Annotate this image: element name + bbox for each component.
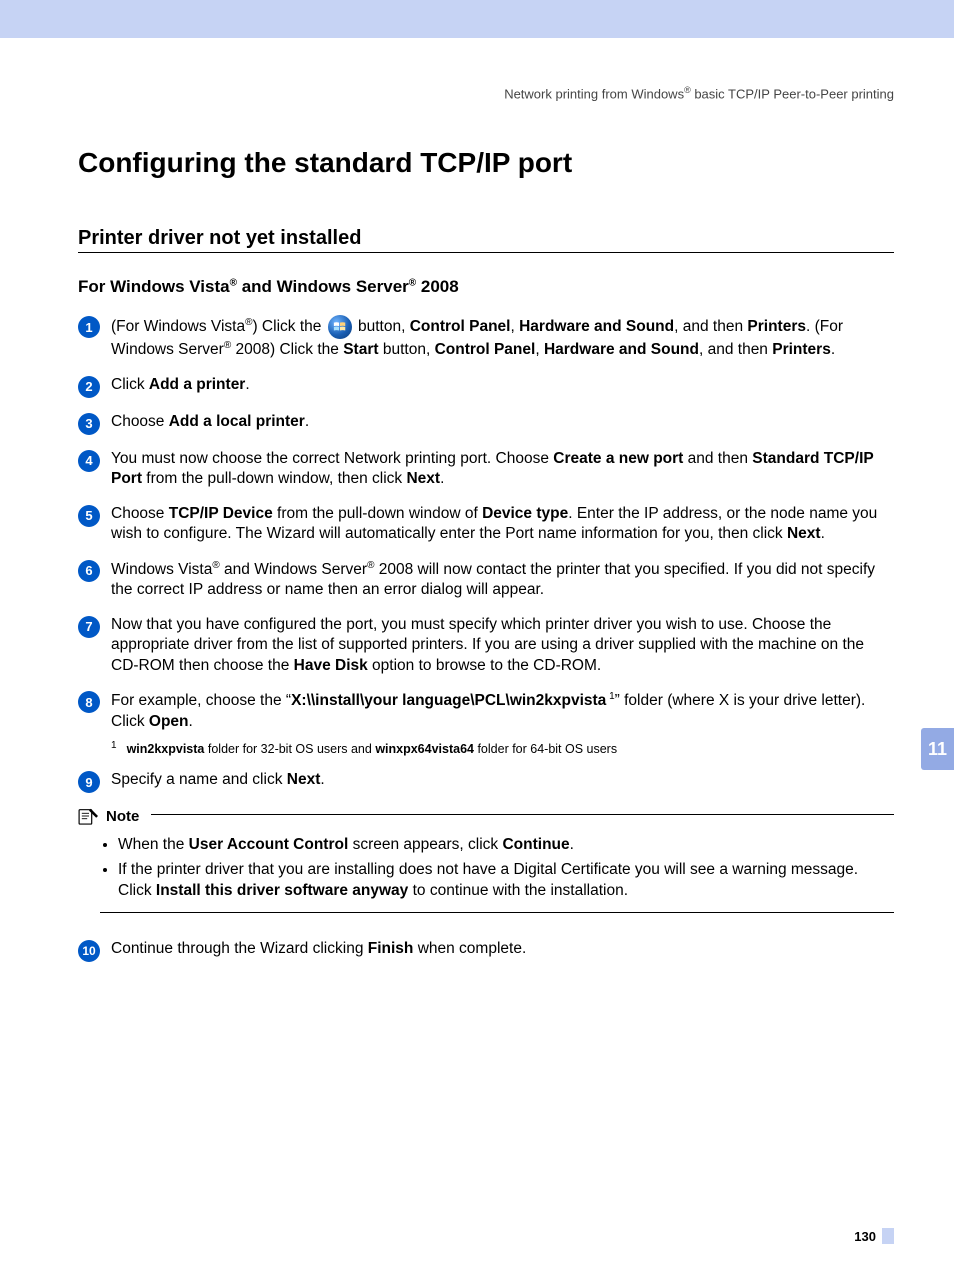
step-10: 10 Continue through the Wizard clicking …: [78, 939, 894, 962]
step-5: 5 Choose TCP/IP Device from the pull-dow…: [78, 504, 894, 545]
step-body: Choose TCP/IP Device from the pull-down …: [111, 504, 894, 545]
step-body: Now that you have configured the port, y…: [111, 615, 894, 676]
step-number: 10: [78, 940, 100, 962]
step-body: Choose Add a local printer.: [111, 412, 894, 432]
page-number-bar: [882, 1228, 894, 1244]
step-1: 1 (For Windows Vista®) Click the button,…: [78, 315, 894, 361]
step-number: 7: [78, 616, 100, 638]
note-icon: [78, 807, 100, 825]
step-body: For example, choose the “X:\\install\you…: [111, 690, 894, 732]
step-body: (For Windows Vista®) Click the button, C…: [111, 315, 894, 361]
step-2: 2 Click Add a printer.: [78, 375, 894, 398]
step-number: 3: [78, 413, 100, 435]
note-header: Note: [78, 807, 894, 825]
note-label: Note: [106, 808, 139, 825]
header-post: basic TCP/IP Peer-to-Peer printing: [691, 86, 894, 101]
step-3: 3 Choose Add a local printer.: [78, 412, 894, 435]
sub-mid: and Windows Server: [237, 277, 409, 296]
step-body: Continue through the Wizard clicking Fin…: [111, 939, 894, 959]
step-number: 1: [78, 316, 100, 338]
step-number: 2: [78, 376, 100, 398]
step-number: 9: [78, 771, 100, 793]
step-body: You must now choose the correct Network …: [111, 449, 894, 490]
sub-pre: For Windows Vista: [78, 277, 230, 296]
sub-post: 2008: [416, 277, 459, 296]
header-pre: Network printing from Windows: [504, 86, 684, 101]
note-item: When the User Account Control screen app…: [118, 835, 894, 856]
step-number: 4: [78, 450, 100, 472]
reg-mark: ®: [684, 85, 691, 95]
page-content: Network printing from Windows® basic TCP…: [0, 38, 954, 1262]
step-8: 8 For example, choose the “X:\\install\y…: [78, 690, 894, 732]
step-body: Specify a name and click Next.: [111, 770, 894, 790]
chapter-tab: 11: [921, 728, 954, 770]
top-bar: [0, 0, 954, 38]
page-number: 130: [854, 1229, 876, 1244]
step-6: 6 Windows Vista® and Windows Server® 200…: [78, 559, 894, 601]
note-item: If the printer driver that you are insta…: [118, 860, 894, 902]
page-number-wrap: 130: [854, 1228, 894, 1244]
step-body: Windows Vista® and Windows Server® 2008 …: [111, 559, 894, 601]
windows-start-icon: [328, 315, 352, 339]
note-list: When the User Account Control screen app…: [118, 835, 894, 902]
subsection-heading: For Windows Vista® and Windows Server® 2…: [78, 277, 894, 297]
footnote: 1win2kxpvista folder for 32-bit OS users…: [111, 740, 894, 756]
step-9: 9 Specify a name and click Next.: [78, 770, 894, 793]
step-number: 8: [78, 691, 100, 713]
step-body: Click Add a printer.: [111, 375, 894, 395]
step-7: 7 Now that you have configured the port,…: [78, 615, 894, 676]
reg-mark: ®: [230, 278, 237, 289]
note-rule: [151, 814, 894, 815]
running-header: Network printing from Windows® basic TCP…: [78, 38, 894, 101]
step-4: 4 You must now choose the correct Networ…: [78, 449, 894, 490]
step-number: 5: [78, 505, 100, 527]
note-block: Note When the User Account Control scree…: [78, 807, 894, 913]
page-title: Configuring the standard TCP/IP port: [78, 147, 894, 179]
section-heading: Printer driver not yet installed: [78, 227, 894, 253]
note-bottom-rule: [100, 912, 894, 913]
footnote-number: 1: [111, 740, 117, 751]
step-number: 6: [78, 560, 100, 582]
